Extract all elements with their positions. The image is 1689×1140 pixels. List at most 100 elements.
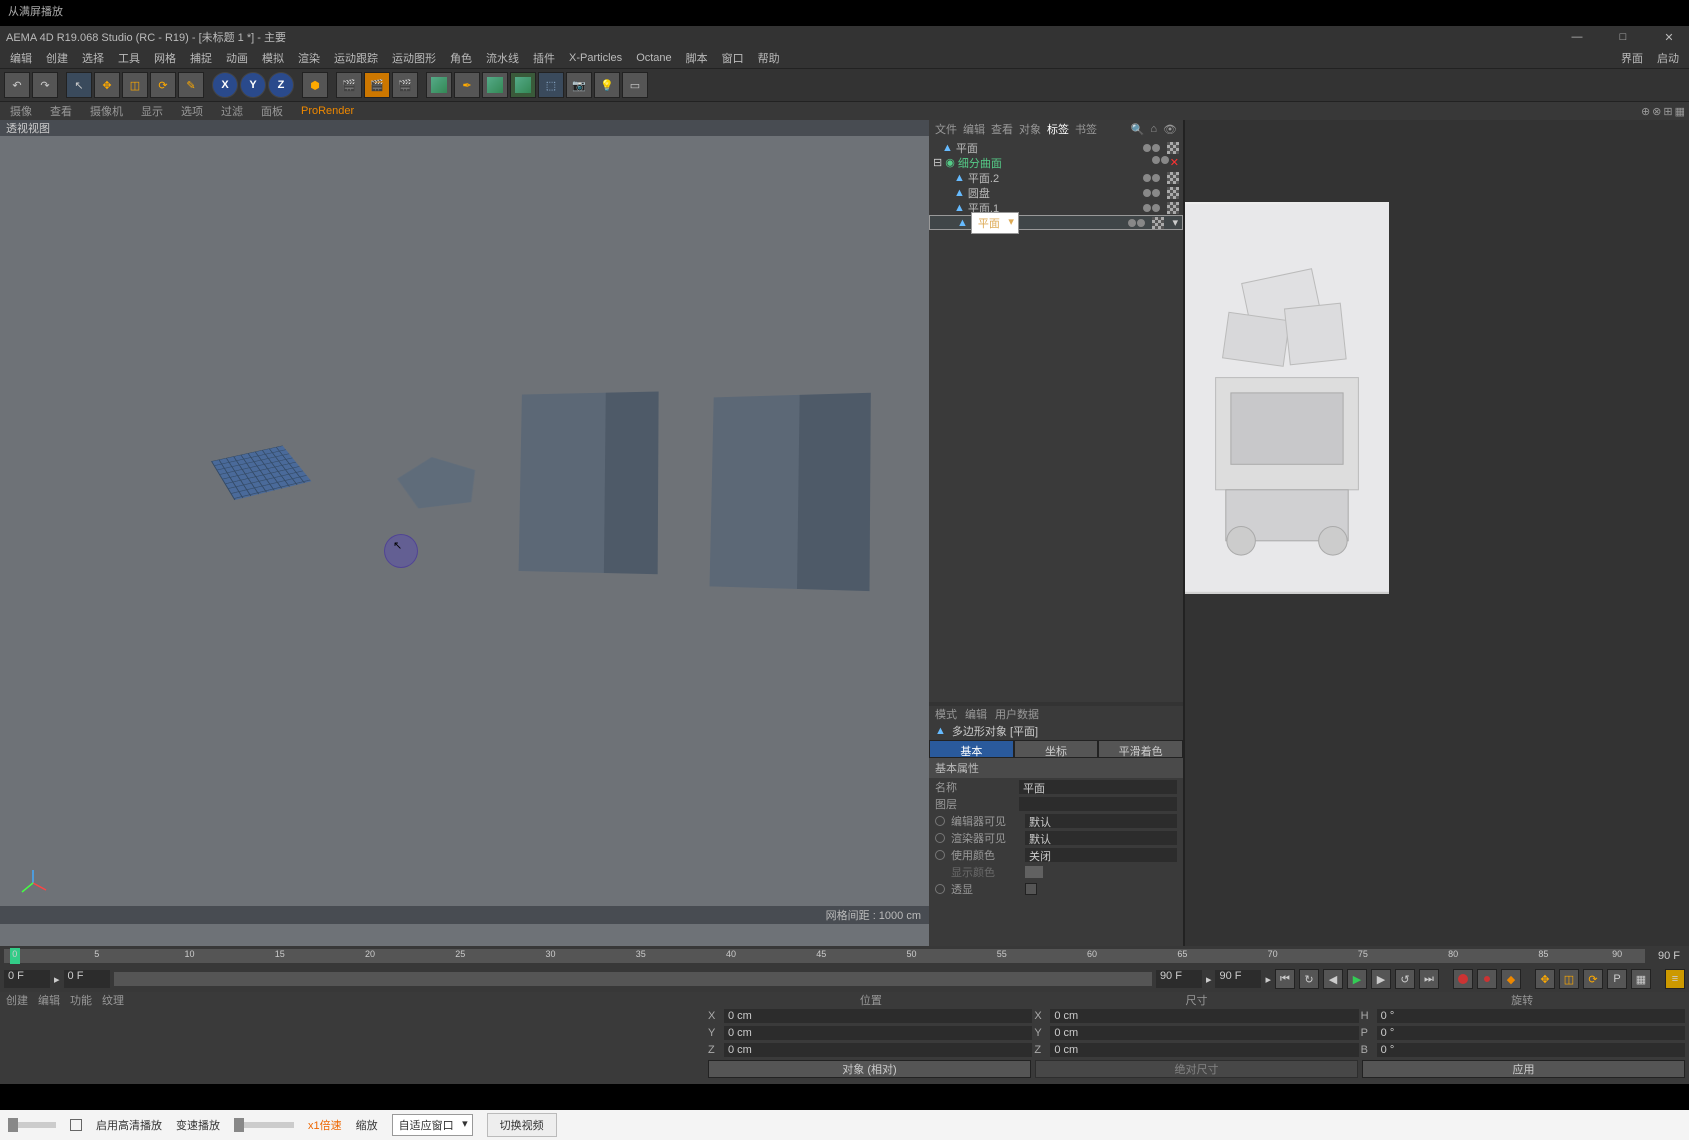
phong-tag-icon[interactable]: [1152, 217, 1164, 229]
tree-label[interactable]: 平面: [971, 212, 1019, 234]
vp-nav-icon4[interactable]: ▦: [1675, 105, 1685, 118]
menu-character[interactable]: 角色: [444, 48, 478, 68]
mesh-plane-2[interactable]: [300, 451, 397, 503]
frame-scrub[interactable]: [114, 972, 1152, 986]
mat-tab-create[interactable]: 创建: [6, 992, 28, 1008]
goto-start-button[interactable]: ⏮: [1275, 969, 1295, 989]
scale-button[interactable]: ◫: [122, 72, 148, 98]
undo-button[interactable]: ↶: [4, 72, 30, 98]
primitive-button[interactable]: [426, 72, 452, 98]
end-frame-field[interactable]: 90 F: [1156, 970, 1202, 988]
pos-x-field[interactable]: 0 cm: [724, 1009, 1032, 1023]
obj-tab-bookmarks[interactable]: 书签: [1075, 121, 1097, 137]
obj-search-icon[interactable]: 🔍: [1131, 123, 1145, 136]
timeline[interactable]: 0 5 10 15 20 25 30 35 40 45 50 55 60 65 …: [0, 946, 1689, 966]
menu-layout[interactable]: 界面: [1615, 48, 1649, 68]
mesh-slab-1[interactable]: [519, 391, 659, 574]
menu-mesh[interactable]: 网格: [148, 48, 182, 68]
obj-tab-object[interactable]: 对象: [1019, 121, 1041, 137]
vis-dot-icon[interactable]: [1152, 204, 1160, 212]
live-select-button[interactable]: ↖: [66, 72, 92, 98]
end-frame-field-2[interactable]: 90 F: [1215, 970, 1261, 988]
x-axis-button[interactable]: X: [212, 72, 238, 98]
vis-dot-icon[interactable]: [1152, 174, 1160, 182]
slider-thumb-icon[interactable]: [8, 1118, 18, 1132]
vp-tab-filter[interactable]: 过滤: [215, 102, 249, 120]
generator-button[interactable]: [482, 72, 508, 98]
menu-simulate[interactable]: 模拟: [256, 48, 290, 68]
menu-xparticles[interactable]: X-Particles: [563, 50, 628, 66]
vis-dot-icon[interactable]: [1143, 204, 1151, 212]
tree-row[interactable]: ▲ 平面: [929, 215, 1183, 230]
scene-button[interactable]: ▭: [622, 72, 648, 98]
recent-tool-button[interactable]: ✎: [178, 72, 204, 98]
cloth-button[interactable]: ⬚: [538, 72, 564, 98]
menu-help[interactable]: 帮助: [752, 48, 786, 68]
radio-icon[interactable]: [935, 816, 945, 826]
attr-tab-mode[interactable]: 模式: [935, 706, 957, 722]
next-frame-button[interactable]: ▶: [1371, 969, 1391, 989]
vis-dot-icon[interactable]: [1143, 189, 1151, 197]
redo-button[interactable]: ↷: [32, 72, 58, 98]
window-minimize[interactable]: —: [1563, 31, 1591, 44]
vp-tab-display[interactable]: 显示: [135, 102, 169, 120]
goto-end-button[interactable]: ⏭: [1419, 969, 1439, 989]
record-button[interactable]: [1453, 969, 1473, 989]
expander-icon[interactable]: ⊟: [933, 156, 942, 169]
menu-edit[interactable]: 编辑: [4, 48, 38, 68]
tree-row[interactable]: ▲ 平面.2: [929, 170, 1183, 185]
size-z-field[interactable]: 0 cm: [1050, 1043, 1358, 1057]
vp-tab-cameras[interactable]: 摄像机: [84, 102, 129, 120]
object-tree[interactable]: ▲ 平面 ⊟ ◉ 细分曲面 ✕ ▲ 平面.2: [929, 138, 1183, 422]
z-axis-button[interactable]: Z: [268, 72, 294, 98]
tree-row[interactable]: ▲ 圆盘: [929, 185, 1183, 200]
loop-button[interactable]: ↻: [1299, 969, 1319, 989]
start-frame-field[interactable]: 0 F: [4, 970, 50, 988]
switch-video-button[interactable]: 切换视频: [487, 1113, 557, 1137]
obj-tab-view[interactable]: 查看: [991, 121, 1013, 137]
scale-select[interactable]: 自适应窗口: [392, 1114, 473, 1136]
autokey-button[interactable]: [1477, 969, 1497, 989]
menu-motiontrack[interactable]: 运动跟踪: [328, 48, 384, 68]
tree-label[interactable]: 圆盘: [968, 185, 990, 201]
prop-render-vis-field[interactable]: 默认: [1025, 831, 1177, 845]
render-view-button[interactable]: 🎬: [336, 72, 362, 98]
current-frame-field[interactable]: 0 F: [64, 970, 110, 988]
menu-snap[interactable]: 捕捉: [184, 48, 218, 68]
obj-tab-edit[interactable]: 编辑: [963, 121, 985, 137]
vis-dot-icon[interactable]: [1137, 219, 1145, 227]
attr-tab-edit[interactable]: 编辑: [965, 706, 987, 722]
slider-thumb-icon[interactable]: [234, 1118, 244, 1132]
size-y-field[interactable]: 0 cm: [1050, 1026, 1358, 1040]
mesh-plane-sel[interactable]: [211, 445, 311, 500]
menu-create[interactable]: 创建: [40, 48, 74, 68]
rotate-button[interactable]: ⟳: [150, 72, 176, 98]
attr-mtab-phong[interactable]: 平滑着色(Phong): [1098, 740, 1183, 758]
mat-tab-tex[interactable]: 纹理: [102, 992, 124, 1008]
rot-h-field[interactable]: 0 °: [1377, 1009, 1685, 1023]
menu-select[interactable]: 选择: [76, 48, 110, 68]
pos-y-field[interactable]: 0 cm: [724, 1026, 1032, 1040]
menu-tools[interactable]: 工具: [112, 48, 146, 68]
key-pos-button[interactable]: ✥: [1535, 969, 1555, 989]
viewport-canvas[interactable]: [0, 136, 929, 906]
radio-icon[interactable]: [935, 884, 945, 894]
menu-octane[interactable]: Octane: [630, 50, 677, 66]
vis-dot-icon[interactable]: [1143, 174, 1151, 182]
prop-name-field[interactable]: 平面: [1019, 780, 1177, 794]
tree-label[interactable]: 平面: [956, 140, 978, 156]
prev-frame-button[interactable]: ◀: [1323, 969, 1343, 989]
radio-icon[interactable]: [935, 833, 945, 843]
keyframe-sel-button[interactable]: ◆: [1501, 969, 1521, 989]
prop-layer-field[interactable]: [1019, 797, 1177, 811]
tree-row[interactable]: ⊟ ◉ 细分曲面 ✕: [929, 155, 1183, 170]
size-x-field[interactable]: 0 cm: [1050, 1009, 1358, 1023]
key-rot-button[interactable]: ⟳: [1583, 969, 1603, 989]
phong-tag-icon[interactable]: [1167, 187, 1179, 199]
attr-mtab-basic[interactable]: 基本: [929, 740, 1014, 758]
menu-animate[interactable]: 动画: [220, 48, 254, 68]
menu-script[interactable]: 脚本: [680, 48, 714, 68]
obj-eye-icon[interactable]: 👁: [1163, 123, 1177, 136]
tree-label[interactable]: 平面.2: [968, 170, 999, 186]
vp-tab-options[interactable]: 选项: [175, 102, 209, 120]
